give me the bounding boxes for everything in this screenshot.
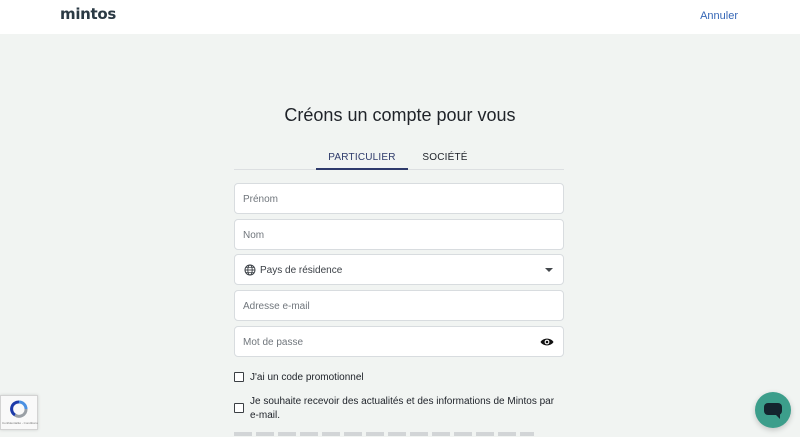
cancel-link[interactable]: Annuler [700,10,738,22]
chevron-down-icon [545,268,553,272]
tab-company[interactable]: SOCIÉTÉ [416,152,474,170]
recaptcha-icon [10,400,28,418]
header-bar: mintos Annuler [0,0,800,34]
newsletter-checkbox[interactable] [234,403,244,413]
email-placeholder: Adresse e-mail [243,301,310,312]
promo-code-label[interactable]: J'ai un code promotionnel [250,371,364,385]
tab-individual[interactable]: PARTICULIER [316,152,408,170]
last-name-field[interactable]: Nom [234,219,564,250]
page-title: Créons un compte pour vous [284,105,516,125]
recaptcha-links[interactable]: Confidentialité - Conditions [2,421,38,425]
email-field[interactable]: Adresse e-mail [234,290,564,321]
terms-text-cutoff [234,432,534,436]
globe-icon [244,264,256,276]
last-name-placeholder: Nom [243,230,265,241]
recaptcha-badge[interactable]: Confidentialité - Conditions [0,395,38,430]
password-field[interactable]: Mot de passe [234,326,564,357]
first-name-field[interactable]: Prénom [234,183,564,214]
first-name-placeholder: Prénom [243,194,279,205]
chat-bubble-icon [764,403,782,419]
chat-button[interactable] [755,392,791,428]
promo-code-checkbox[interactable] [234,372,244,382]
eye-icon[interactable] [540,337,554,347]
mintos-logo[interactable]: mintos [60,5,116,23]
password-placeholder: Mot de passe [243,337,304,348]
account-type-tabs: PARTICULIER SOCIÉTÉ [234,147,564,170]
country-select[interactable]: Pays de résidence [234,254,564,285]
country-placeholder: Pays de résidence [260,265,343,276]
newsletter-label[interactable]: Je souhaite recevoir des actualités et d… [250,395,560,423]
